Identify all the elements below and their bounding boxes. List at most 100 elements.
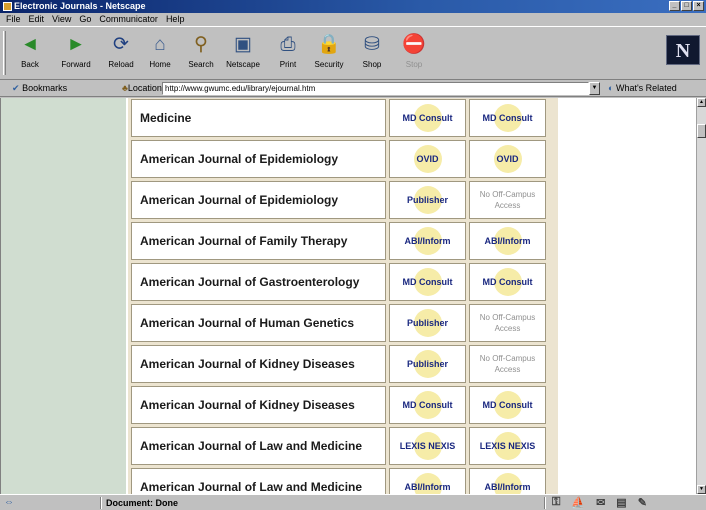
- access-link[interactable]: Publisher: [389, 181, 466, 219]
- scroll-up-arrow[interactable]: ▲: [697, 98, 706, 107]
- left-sidebar: [1, 98, 126, 494]
- shop-button[interactable]: ⛁ Shop: [352, 31, 392, 75]
- menu-help[interactable]: Help: [166, 13, 185, 26]
- search-button[interactable]: ⚲ Search: [181, 31, 221, 75]
- journal-name: American Journal of Family Therapy: [131, 222, 386, 260]
- access-link[interactable]: OVID: [389, 140, 466, 178]
- access-link[interactable]: MD Consult: [469, 386, 546, 424]
- journal-name: American Journal of Law and Medicine: [131, 427, 386, 465]
- access-link[interactable]: MD Consult: [389, 99, 466, 137]
- close-button[interactable]: ×: [693, 1, 704, 11]
- menu-view[interactable]: View: [52, 13, 71, 26]
- toolbar-grip[interactable]: [3, 31, 6, 75]
- location-label: ♣Location:: [122, 83, 165, 93]
- scroll-thumb[interactable]: [697, 124, 706, 138]
- security-status-icon[interactable]: ⚿: [552, 496, 560, 509]
- journal-name: American Journal of Human Genetics: [131, 304, 386, 342]
- table-row: American Journal of Kidney Diseases Publ…: [131, 345, 555, 383]
- reload-icon: ⟳: [113, 34, 129, 55]
- table-row: American Journal of Family Therapy ABI/I…: [131, 222, 555, 260]
- journal-name: American Journal of Kidney Diseases: [131, 345, 386, 383]
- bookmarks-button[interactable]: ✔ Bookmarks: [12, 83, 67, 94]
- netscape-icon: ▣: [234, 34, 252, 55]
- maximize-button[interactable]: □: [681, 1, 692, 11]
- back-button[interactable]: ◄ Back: [10, 31, 50, 75]
- table-row: American Journal of Kidney Diseases MD C…: [131, 386, 555, 424]
- edit-page-icon[interactable]: ✎: [638, 496, 647, 509]
- access-link[interactable]: ABI/Inform: [469, 222, 546, 260]
- access-link[interactable]: MD Consult: [469, 263, 546, 301]
- stop-button[interactable]: ⛔ Stop: [394, 31, 434, 75]
- vertical-scrollbar[interactable]: ▲ ▼: [696, 98, 706, 494]
- navigation-toolbar: ◄ Back ► Forward ⟳ Reload ⌂ Home ⚲ Searc…: [0, 26, 706, 80]
- journal-name: American Journal of Kidney Diseases: [131, 386, 386, 424]
- print-icon: ⎙: [280, 34, 296, 55]
- netscape-window-icon: [3, 2, 12, 11]
- location-input[interactable]: http://www.gwumc.edu/library/ejournal.ht…: [162, 82, 589, 95]
- table-row: American Journal of Gastroenterology MD …: [131, 263, 555, 301]
- access-link[interactable]: OVID: [469, 140, 546, 178]
- table-row: American Journal of Epidemiology OVID OV…: [131, 140, 555, 178]
- related-icon: ◐: [608, 83, 614, 93]
- home-icon: ⌂: [154, 34, 166, 55]
- print-button[interactable]: ⎙ Print: [268, 31, 308, 75]
- netscape-button[interactable]: ▣ Netscape: [223, 31, 263, 75]
- access-link[interactable]: MD Consult: [389, 263, 466, 301]
- forward-arrow-icon: ►: [66, 34, 86, 55]
- access-link[interactable]: LEXIS NEXIS: [469, 427, 546, 465]
- bookmarks-icon: ✔: [12, 83, 20, 93]
- connection-status-icon: ⇔: [4, 497, 14, 508]
- page-content: Medicine MD Consult MD Consult American …: [0, 98, 696, 494]
- access-link[interactable]: LEXIS NEXIS: [389, 427, 466, 465]
- table-row: American Journal of Epidemiology Publish…: [131, 181, 555, 219]
- access-link[interactable]: MD Consult: [389, 386, 466, 424]
- back-arrow-icon: ◄: [20, 34, 40, 55]
- scroll-down-arrow[interactable]: ▼: [697, 485, 706, 494]
- composer-icon[interactable]: ▤: [616, 496, 626, 509]
- menu-communicator[interactable]: Communicator: [99, 13, 158, 26]
- title-bar: Electronic Journals - Netscape _ □ ×: [0, 0, 706, 13]
- browser-window: Electronic Journals - Netscape _ □ × Fil…: [0, 0, 706, 510]
- window-title: Electronic Journals - Netscape: [14, 1, 146, 11]
- access-link[interactable]: ABI/Inform: [469, 468, 546, 494]
- status-text: Document: Done: [106, 498, 178, 508]
- menu-edit[interactable]: Edit: [29, 13, 45, 26]
- forward-button[interactable]: ► Forward: [56, 31, 96, 75]
- security-lock-icon: 🔒: [317, 34, 341, 55]
- no-access-note: No Off-Campus Access: [469, 181, 546, 219]
- journal-name: American Journal of Epidemiology: [131, 181, 386, 219]
- shop-bag-icon: ⛁: [364, 34, 380, 55]
- journal-name: Medicine: [131, 99, 386, 137]
- journal-table: Medicine MD Consult MD Consult American …: [128, 98, 558, 494]
- table-row: American Journal of Human Genetics Publi…: [131, 304, 555, 342]
- whats-related-button[interactable]: ◐ What's Related: [608, 83, 677, 93]
- table-row: American Journal of Law and Medicine LEX…: [131, 427, 555, 465]
- access-link[interactable]: Publisher: [389, 345, 466, 383]
- minimize-button[interactable]: _: [669, 1, 680, 11]
- status-bar: ⇔ Document: Done ⚿ ⛵ ✉ ▤ ✎: [0, 494, 706, 510]
- access-link[interactable]: ABI/Inform: [389, 468, 466, 494]
- menu-file[interactable]: File: [6, 13, 21, 26]
- home-button[interactable]: ⌂ Home: [140, 31, 180, 75]
- search-icon: ⚲: [194, 34, 208, 55]
- location-dropdown[interactable]: ▼: [589, 82, 600, 95]
- access-link[interactable]: Publisher: [389, 304, 466, 342]
- no-access-note: No Off-Campus Access: [469, 304, 546, 342]
- location-toolbar: ✔ Bookmarks ♣Location: http://www.gwumc.…: [0, 80, 706, 97]
- access-link[interactable]: MD Consult: [469, 99, 546, 137]
- security-button[interactable]: 🔒 Security: [309, 31, 349, 75]
- journal-name: American Journal of Epidemiology: [131, 140, 386, 178]
- access-link[interactable]: ABI/Inform: [389, 222, 466, 260]
- navigator-icon[interactable]: ⛵: [571, 496, 585, 509]
- reload-button[interactable]: ⟳ Reload: [101, 31, 141, 75]
- table-row: Medicine MD Consult MD Consult: [131, 99, 555, 137]
- table-row: American Journal of Law and Medicine ABI…: [131, 468, 555, 494]
- no-access-note: No Off-Campus Access: [469, 345, 546, 383]
- journal-name: American Journal of Law and Medicine: [131, 468, 386, 494]
- mail-icon[interactable]: ✉: [596, 496, 605, 509]
- journal-name: American Journal of Gastroenterology: [131, 263, 386, 301]
- menu-bar: File Edit View Go Communicator Help: [0, 13, 706, 26]
- netscape-logo[interactable]: N: [666, 35, 700, 65]
- stop-icon: ⛔: [402, 34, 426, 55]
- menu-go[interactable]: Go: [79, 13, 91, 26]
